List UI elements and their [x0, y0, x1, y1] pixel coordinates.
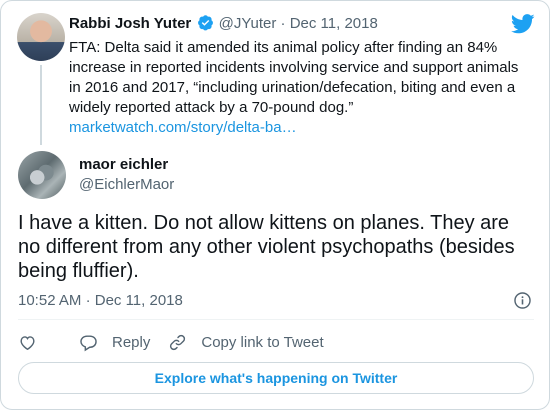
- like-button[interactable]: [18, 333, 37, 352]
- reply-button[interactable]: Reply: [79, 333, 150, 352]
- reply-avatar[interactable]: [18, 151, 66, 199]
- tweet-time: 10:52 AM: [18, 292, 82, 309]
- divider: [18, 319, 534, 320]
- article-link[interactable]: marketwatch.com/story/delta-ba…: [69, 119, 297, 136]
- heart-icon: [20, 335, 35, 350]
- author-name[interactable]: Rabbi Josh Yuter: [69, 15, 191, 32]
- reply-tweet-text: I have a kitten. Do not allow kittens on…: [18, 212, 515, 282]
- avatar[interactable]: [17, 13, 65, 61]
- tweet-date: Dec 11, 2018: [94, 292, 183, 309]
- separator: ·: [85, 292, 91, 309]
- reply-tweet-timestamp[interactable]: 10:52 AM · Dec 11, 2018: [18, 291, 183, 311]
- parent-tweet-text: FTA: Delta said it amended its animal po…: [69, 38, 531, 138]
- explore-twitter-button[interactable]: Explore what's happening on Twitter: [18, 362, 534, 394]
- reply-label: Reply: [112, 333, 151, 351]
- separator: ·: [280, 15, 286, 32]
- parent-tweet-body: FTA: Delta said it amended its animal po…: [69, 39, 519, 116]
- copy-link-label: Copy link to Tweet: [201, 333, 324, 351]
- link-icon: [170, 334, 186, 350]
- embedded-tweet-card: Rabbi Josh Yuter @JYuter · Dec 11, 2018 …: [0, 0, 550, 410]
- reply-author-handle[interactable]: @EichlerMaor: [79, 175, 174, 195]
- parent-tweet-header: Rabbi Josh Yuter @JYuter · Dec 11, 2018: [69, 14, 529, 34]
- reply-author-name[interactable]: maor eichler: [79, 155, 168, 175]
- info-icon[interactable]: [513, 291, 532, 310]
- tweet-actions: Reply Copy link to Tweet: [18, 331, 342, 353]
- tweet-date[interactable]: Dec 11, 2018: [290, 15, 378, 32]
- verified-badge-icon: [198, 15, 214, 31]
- thread-connector: [40, 65, 42, 145]
- reply-bubble-icon: [80, 334, 97, 351]
- copy-link-button[interactable]: Copy link to Tweet: [168, 333, 324, 352]
- author-handle[interactable]: @JYuter: [219, 15, 277, 32]
